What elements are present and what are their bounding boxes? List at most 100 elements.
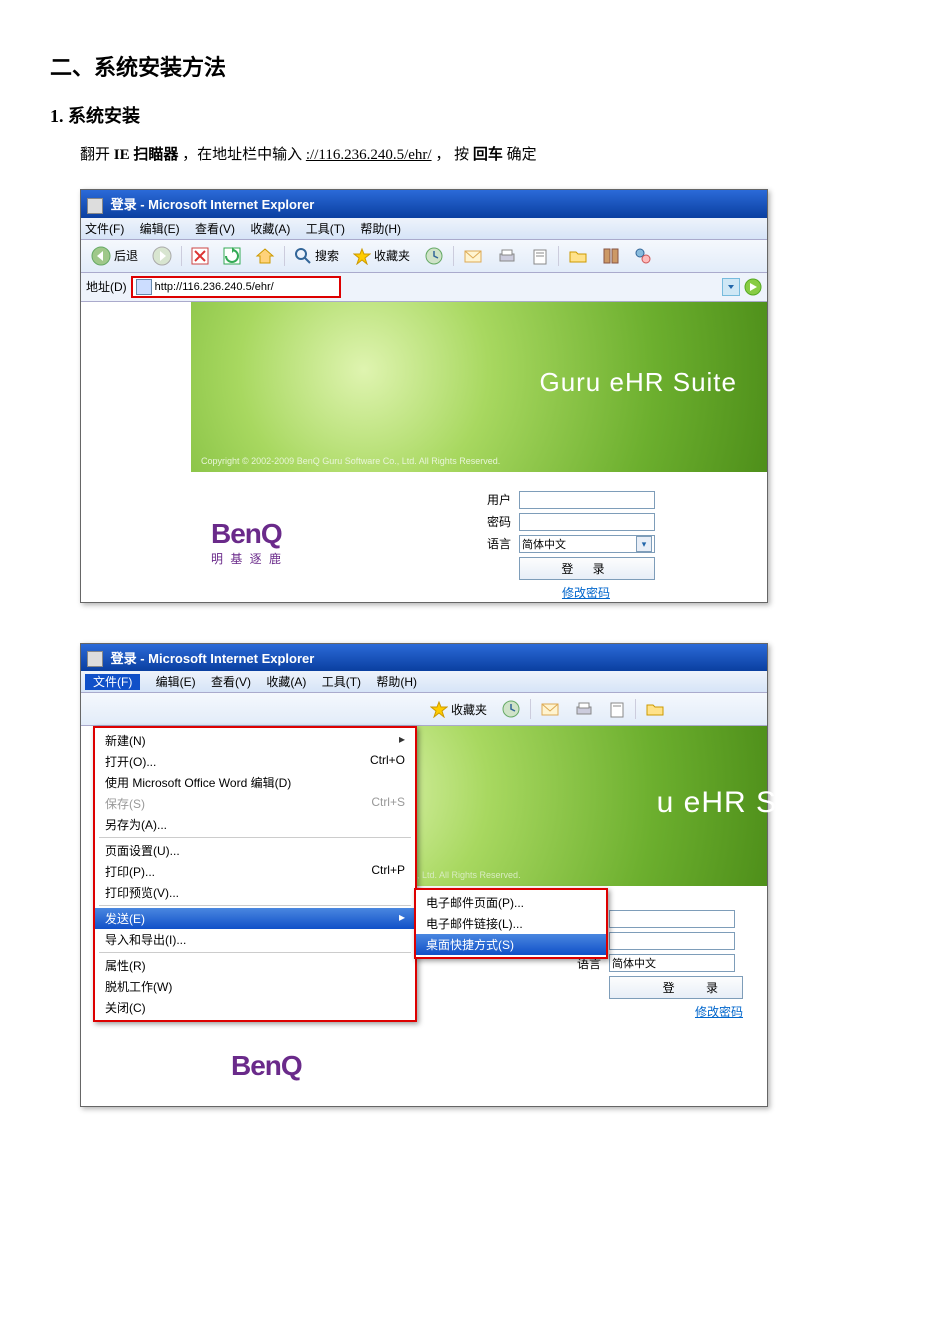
page-content: Guru eHR Suite Copyright © 2002-2009 Ben…: [81, 302, 767, 602]
ie-window-2: 登录 - Microsoft Internet Explorer 文件(F) 编…: [80, 643, 768, 1108]
folder-button[interactable]: [640, 697, 670, 721]
instr-pre: 翻开: [80, 147, 114, 163]
forward-button[interactable]: [147, 243, 177, 269]
login-button[interactable]: 登 录: [609, 976, 743, 999]
url-dropdown[interactable]: [722, 278, 740, 296]
submenu-email-page[interactable]: 电子邮件页面(P)...: [416, 892, 606, 913]
window-icon: [87, 651, 103, 667]
menubar[interactable]: 文件(F) 编辑(E) 查看(V) 收藏(A) 工具(T) 帮助(H): [81, 218, 767, 240]
search-button[interactable]: 搜索: [289, 244, 344, 268]
folder-button[interactable]: [563, 244, 593, 268]
go-button[interactable]: [744, 278, 762, 296]
menu-preview[interactable]: 打印预览(V)...: [95, 882, 415, 903]
toolbar-sep: [530, 699, 531, 719]
menu-properties[interactable]: 属性(R): [95, 955, 415, 976]
menu-pagesetup[interactable]: 页面设置(U)...: [95, 840, 415, 861]
menu-fav[interactable]: 收藏(A): [266, 675, 306, 689]
history-button[interactable]: [496, 696, 526, 722]
menu-fav[interactable]: 收藏(A): [250, 222, 290, 236]
tool-icon-1[interactable]: [597, 244, 625, 268]
toolbar-sep: [453, 246, 454, 266]
menu-help[interactable]: 帮助(H): [376, 675, 417, 689]
benq-logo: BenQ: [231, 1050, 302, 1082]
send-submenu[interactable]: 电子邮件页面(P)... 电子邮件链接(L)... 桌面快捷方式(S): [414, 888, 608, 959]
tool-icon-2[interactable]: [629, 244, 657, 268]
menu-saveas[interactable]: 另存为(A)...: [95, 814, 415, 835]
menu-close[interactable]: 关闭(C): [95, 997, 415, 1018]
menu-offline[interactable]: 脱机工作(W): [95, 976, 415, 997]
favorites-button[interactable]: 收藏夹: [348, 244, 415, 268]
submenu-email-link[interactable]: 电子邮件链接(L)...: [416, 913, 606, 934]
pass-label: 密码: [471, 513, 511, 530]
menu-file[interactable]: 文件(F): [85, 222, 124, 236]
mail-button[interactable]: [535, 697, 565, 721]
user-input[interactable]: [609, 910, 735, 928]
edit-button[interactable]: [526, 244, 554, 268]
menu-edit[interactable]: 编辑(E): [156, 675, 196, 689]
menu-file-open[interactable]: 文件(F): [85, 674, 140, 690]
print-button[interactable]: [492, 244, 522, 268]
url-input[interactable]: http://116.236.240.5/ehr/: [131, 276, 341, 298]
address-bar: 地址(D) http://116.236.240.5/ehr/: [81, 273, 767, 302]
menu-edit-word[interactable]: 使用 Microsoft Office Word 编辑(D): [95, 772, 415, 793]
window-icon: [87, 198, 103, 214]
menu-tools[interactable]: 工具(T): [306, 222, 345, 236]
favorites-button[interactable]: 收藏夹: [425, 697, 492, 721]
submenu-desktop-shortcut[interactable]: 桌面快捷方式(S): [416, 934, 606, 955]
menu-edit[interactable]: 编辑(E): [140, 222, 180, 236]
menu-print[interactable]: 打印(P)...Ctrl+P: [95, 861, 415, 882]
print-button[interactable]: [569, 697, 599, 721]
section-heading: 二、系统安装方法: [50, 50, 900, 82]
file-dropdown-menu[interactable]: 新建(N)▸ 打开(O)...Ctrl+O 使用 Microsoft Offic…: [93, 726, 417, 1022]
search-label: 搜索: [315, 247, 339, 264]
window-title: 登录 - Microsoft Internet Explorer: [111, 651, 315, 666]
menu-view[interactable]: 查看(V): [211, 675, 251, 689]
stop-button[interactable]: [186, 244, 214, 268]
menu-open[interactable]: 打开(O)...Ctrl+O: [95, 751, 415, 772]
change-password-link[interactable]: 修改密码: [695, 1005, 743, 1019]
menubar[interactable]: 文件(F) 编辑(E) 查看(V) 收藏(A) 工具(T) 帮助(H): [81, 671, 767, 693]
window-title: 登录 - Microsoft Internet Explorer: [111, 197, 315, 212]
login-button[interactable]: 登 录: [519, 557, 655, 580]
instruction-text: 翻开 IE 扫瞄器 ，在地址栏中输入 ://116.236.240.5/ehr/…: [80, 143, 900, 164]
banner-copyright: Copyright © 2002-2009 BenQ Guru Software…: [201, 456, 500, 466]
titlebar: 登录 - Microsoft Internet Explorer: [81, 190, 767, 218]
page-content: 新建(N)▸ 打开(O)...Ctrl+O 使用 Microsoft Offic…: [81, 726, 767, 1106]
back-button[interactable]: 后退: [86, 243, 143, 269]
instr-url-link[interactable]: ://116.236.240.5/ehr/: [306, 147, 432, 163]
change-password-link[interactable]: 修改密码: [562, 586, 610, 600]
user-input[interactable]: [519, 491, 655, 509]
lang-select[interactable]: 简体中文: [609, 954, 735, 972]
menu-tools[interactable]: 工具(T): [322, 675, 361, 689]
refresh-button[interactable]: [218, 244, 246, 268]
url-text: http://116.236.240.5/ehr/: [155, 281, 274, 293]
instr-mid1: ，在地址栏中输入: [182, 147, 306, 163]
ie-window-1: 登录 - Microsoft Internet Explorer 文件(F) 编…: [80, 189, 768, 603]
back-label: 后退: [114, 247, 138, 264]
menu-view[interactable]: 查看(V): [195, 222, 235, 236]
toolbar: 后退 搜索 收藏夹: [81, 240, 767, 273]
favorites-label: 收藏夹: [451, 701, 487, 718]
favorites-label: 收藏夹: [374, 247, 410, 264]
instr-mid2: ， 按: [435, 147, 473, 163]
address-label: 地址(D): [86, 278, 127, 295]
menu-send[interactable]: 发送(E)▸: [95, 908, 415, 929]
pass-input[interactable]: [519, 513, 655, 531]
edit-button[interactable]: [603, 697, 631, 721]
toolbar: 收藏夹: [81, 693, 767, 726]
menu-new[interactable]: 新建(N)▸: [95, 730, 415, 751]
menu-impexp[interactable]: 导入和导出(I)...: [95, 929, 415, 950]
history-button[interactable]: [419, 243, 449, 269]
mail-button[interactable]: [458, 244, 488, 268]
menu-save: 保存(S)Ctrl+S: [95, 793, 415, 814]
subsection-heading: 1. 系统安装: [50, 102, 900, 128]
lang-select[interactable]: 简体中文 ▾: [519, 535, 655, 553]
toolbar-sep: [181, 246, 182, 266]
benq-sublogo: 明 基 逐 鹿: [211, 550, 283, 567]
home-button[interactable]: [250, 243, 280, 269]
titlebar: 登录 - Microsoft Internet Explorer: [81, 644, 767, 672]
instr-ie: IE 扫瞄器: [114, 147, 179, 163]
menu-help[interactable]: 帮助(H): [360, 222, 401, 236]
toolbar-sep: [635, 699, 636, 719]
pass-input[interactable]: [609, 932, 735, 950]
